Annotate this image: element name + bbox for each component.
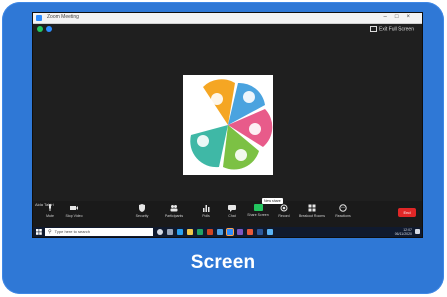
powerpoint-icon[interactable] [207,229,213,235]
chat-icon [228,205,236,212]
meeting-toolbar: Aida Tahiri Mute Stop Video Security Par… [33,198,422,227]
participants-icon [170,205,178,212]
stop-video-button[interactable]: Stop Video [59,204,89,218]
cortana-icon[interactable] [157,229,163,235]
window-title: Zoom Meeting [47,14,79,20]
word-icon[interactable] [257,229,263,235]
meeting-info-icon[interactable] [37,26,43,32]
exit-fullscreen-button[interactable]: Exit Full Screen [369,26,414,32]
security-button[interactable]: Security [127,204,157,218]
card-caption: Screen [190,252,256,273]
outlook-icon[interactable] [217,229,223,235]
exit-fullscreen-icon [369,26,377,32]
windows-start-icon[interactable] [36,229,42,235]
window-controls[interactable]: –□× [384,14,418,20]
taskbar-search-input[interactable]: ⚲ Type here to search [45,228,153,236]
encryption-shield-icon[interactable] [46,26,52,32]
office-icon[interactable] [247,229,253,235]
notifications-icon[interactable] [415,229,420,234]
windows-taskbar: ⚲ Type here to search 12:07 06/11/2020 [33,227,422,237]
shield-icon [139,204,145,212]
screen-card[interactable]: Zoom Meeting –□× Exit Full Screen Aida T… [2,2,444,294]
zoom-meeting-window: Zoom Meeting –□× Exit Full Screen Aida T… [32,12,423,238]
end-meeting-button[interactable]: End [398,208,416,217]
teams-icon[interactable] [237,229,243,235]
zoom-app-icon [36,15,42,21]
window-titlebar: Zoom Meeting –□× [33,13,422,24]
polls-icon [203,205,210,212]
record-icon [280,204,288,212]
excel-icon[interactable] [197,229,203,235]
store-icon[interactable] [267,229,273,235]
breakout-rooms-button[interactable]: Breakout Rooms [297,204,327,218]
participants-button[interactable]: Participants [159,204,189,218]
zoom-taskbar-icon[interactable] [226,228,234,236]
video-camera-icon [70,206,78,210]
task-view-icon[interactable] [167,229,173,235]
reactions-icon [339,204,347,212]
microphone-icon [49,204,51,211]
edge-browser-icon[interactable] [177,229,183,235]
breakout-rooms-icon [308,204,316,212]
system-tray-clock[interactable]: 12:07 06/11/2020 [395,228,412,236]
file-explorer-icon[interactable] [187,229,193,235]
reactions-button[interactable]: Reactions [328,204,358,218]
shared-screen-logo [183,75,273,175]
record-button[interactable]: Record [269,204,299,218]
search-icon: ⚲ [48,229,52,235]
share-screen-icon [253,204,263,211]
